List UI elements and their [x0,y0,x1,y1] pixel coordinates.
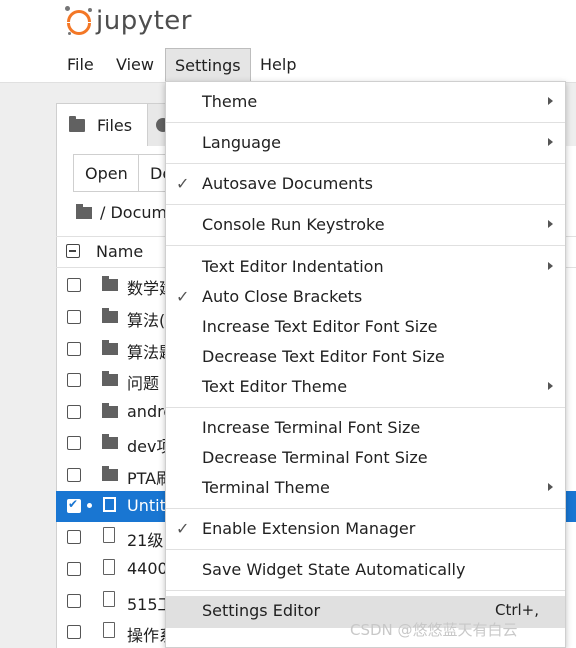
logo-text: jupyter [96,6,192,36]
menu-item-auto-close-brackets[interactable]: ✓ Auto Close Brackets [166,282,565,312]
menu-item-save-widget-state[interactable]: Save Widget State Automatically [166,555,565,585]
menu-separator [166,407,565,408]
notebook-icon [103,497,116,512]
submenu-arrow-icon [548,138,553,146]
row-checkbox[interactable] [67,594,81,608]
jupyter-logo[interactable]: jupyter [64,4,192,38]
menu-item-label: Language [202,133,281,152]
menu-separator [166,163,565,164]
menu-item-label: Decrease Text Editor Font Size [202,347,445,366]
menu-separator [166,549,565,550]
menu-item-label: Autosave Documents [202,174,373,193]
file-icon [103,622,115,638]
menu-item-label: Increase Text Editor Font Size [202,317,438,336]
menu-item-label: Text Editor Theme [202,377,348,396]
menu-item-autosave[interactable]: ✓ Autosave Documents [166,169,565,199]
menu-item-decrease-terminal-font[interactable]: Decrease Terminal Font Size [166,443,565,473]
checkmark-icon: ✓ [176,174,190,193]
submenu-arrow-icon [548,382,553,390]
menu-item-label: Text Editor Indentation [202,257,384,276]
settings-dropdown-menu: Theme Language ✓ Autosave Documents Cons… [165,81,566,648]
folder-icon [102,276,118,291]
menu-item-language[interactable]: Language [166,128,565,158]
open-button[interactable]: Open [73,154,140,192]
running-indicator-icon [87,503,92,508]
row-checkbox[interactable] [67,562,81,576]
row-checkbox[interactable] [67,342,81,356]
row-checkbox[interactable] [67,436,81,450]
watermark: CSDN @悠悠蓝天有白云 [350,621,518,639]
file-icon [103,527,115,543]
menu-help[interactable]: Help [251,48,305,82]
menu-item-label: Terminal Theme [202,478,330,497]
menu-separator [166,204,565,205]
menu-separator [166,245,565,246]
submenu-arrow-icon [548,97,553,105]
file-icon [103,559,115,575]
menu-item-label: Enable Extension Manager [202,519,416,538]
row-checkbox[interactable] [67,468,81,482]
menu-bar: File View Settings Help [0,48,576,83]
folder-icon [102,403,118,418]
top-header: jupyter [0,0,576,49]
file-name: Untit [127,496,166,515]
row-checkbox[interactable] [67,310,81,324]
menu-item-label: Increase Terminal Font Size [202,418,421,437]
breadcrumb-path: / Docum [100,203,168,222]
folder-icon [102,308,118,323]
file-name: 问题 [127,374,160,393]
column-name[interactable]: Name [96,242,143,261]
menu-file[interactable]: File [58,48,103,82]
jupyter-logo-icon [64,6,94,36]
menu-item-text-editor-theme[interactable]: Text Editor Theme [166,372,565,402]
tab-files-label: Files [97,116,133,135]
menu-item-label: Settings Editor [202,601,321,620]
menu-item-console-run-keystroke[interactable]: Console Run Keystroke [166,210,565,240]
menu-item-terminal-theme[interactable]: Terminal Theme [166,473,565,503]
checkmark-icon: ✓ [176,519,190,538]
submenu-arrow-icon [548,220,553,228]
shortcut-label: Ctrl+, [494,601,539,619]
menu-item-label: Decrease Terminal Font Size [202,448,428,467]
row-checkbox[interactable] [67,405,81,419]
menu-separator [166,508,565,509]
tab-files[interactable]: Files [56,103,148,147]
file-name: 4400 [127,559,168,578]
row-checkbox[interactable] [67,530,81,544]
checkmark-icon: ✓ [176,287,190,306]
file-name: 21级 [127,531,164,550]
menu-item-label: Auto Close Brackets [202,287,363,306]
folder-icon [102,466,118,481]
menu-item-increase-editor-font[interactable]: Increase Text Editor Font Size [166,312,565,342]
file-name: 算法( [127,311,166,330]
menu-item-increase-terminal-font[interactable]: Increase Terminal Font Size [166,413,565,443]
file-icon [103,591,115,607]
submenu-arrow-icon [548,262,553,270]
folder-icon [102,434,118,449]
row-checkbox[interactable] [67,625,81,639]
folder-icon [76,203,92,219]
row-checkbox[interactable] [67,373,81,387]
folder-icon [69,116,85,132]
menu-item-label: Save Widget State Automatically [202,560,466,579]
menu-item-label: Theme [202,92,258,111]
menu-item-extension-manager[interactable]: ✓ Enable Extension Manager [166,514,565,544]
menu-separator [166,590,565,591]
menu-settings[interactable]: Settings [165,48,251,82]
menu-item-label: Console Run Keystroke [202,215,385,234]
menu-item-text-editor-indentation[interactable]: Text Editor Indentation [166,252,565,282]
menu-view[interactable]: View [107,48,163,82]
menu-item-decrease-editor-font[interactable]: Decrease Text Editor Font Size [166,342,565,372]
menu-item-theme[interactable]: Theme [166,87,565,117]
folder-icon [102,340,118,355]
menu-separator [166,122,565,123]
row-checkbox[interactable] [67,278,81,292]
select-all-checkbox[interactable] [66,244,80,258]
row-checkbox-checked[interactable] [67,497,81,513]
breadcrumb[interactable]: / Docum [76,203,167,222]
submenu-arrow-icon [548,483,553,491]
folder-icon [102,371,118,386]
